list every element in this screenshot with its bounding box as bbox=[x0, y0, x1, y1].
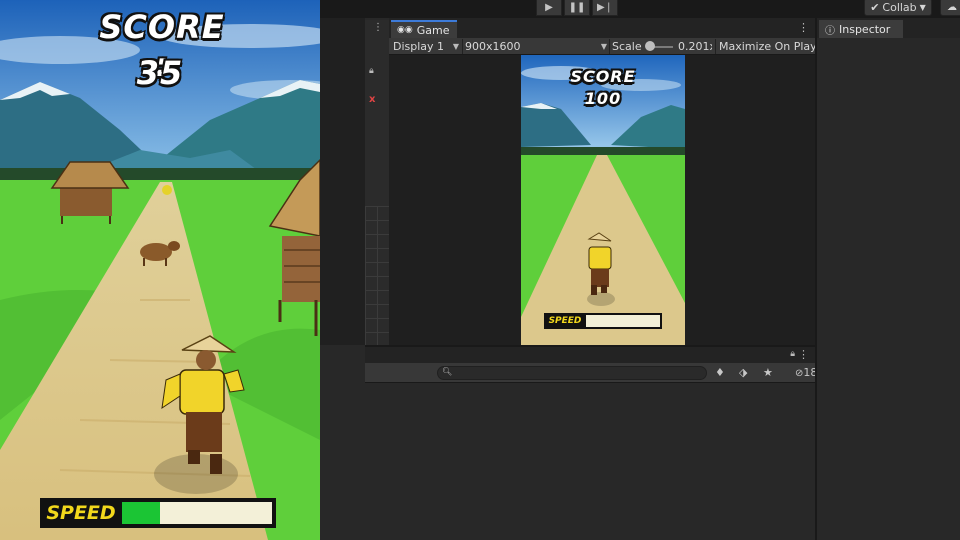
tree-line bbox=[0, 168, 320, 182]
hierarchy-toolbar: 🔍︎ ♦ ⬗ ★ ⊘18 bbox=[365, 363, 817, 383]
display-label: Display 1 bbox=[393, 40, 445, 53]
speed-label: SPEED bbox=[42, 500, 120, 526]
preview-speed-label: SPEED bbox=[545, 314, 585, 328]
resolution-label: 900x1600 bbox=[465, 40, 521, 53]
scene-grid bbox=[365, 206, 389, 356]
scale-value: 0.201x bbox=[678, 40, 712, 53]
hierarchy-body[interactable] bbox=[365, 383, 815, 540]
search-field[interactable]: 🔍︎ bbox=[437, 366, 707, 380]
checkmark-icon: ✔ bbox=[870, 0, 880, 14]
display-dropdown[interactable]: Display 1 ▼ bbox=[393, 39, 459, 54]
game-tab-bar: ◉◉ Game ⋮ bbox=[389, 18, 815, 38]
preview-score-value: 100 bbox=[584, 89, 622, 108]
tab-game-label: Game bbox=[416, 23, 450, 37]
tree-line bbox=[521, 147, 685, 155]
resolution-dropdown[interactable]: 900x1600 ▼ bbox=[465, 39, 607, 54]
distant-coin bbox=[162, 185, 172, 195]
collab-button[interactable]: ✔ Collab ▼ bbox=[864, 0, 932, 16]
chevron-down-icon: ▼ bbox=[919, 2, 926, 12]
close-icon[interactable]: x bbox=[369, 94, 375, 105]
speed-track bbox=[120, 500, 274, 526]
lock-icon[interactable]: 🔒︎ bbox=[369, 66, 374, 76]
inspector-tab-bar: ⓘ Inspector bbox=[817, 18, 960, 38]
scene-view-strip bbox=[320, 18, 365, 345]
tab-inspector-label: Inspector bbox=[839, 22, 891, 36]
preview-speed-meter: SPEED bbox=[544, 313, 662, 329]
pause-button[interactable]: ❚❚ bbox=[564, 0, 590, 16]
step-button[interactable]: ▶❘ bbox=[592, 0, 618, 16]
maximize-on-play-toggle[interactable]: Maximize On Play bbox=[719, 39, 817, 54]
preview-speed-track bbox=[585, 314, 661, 328]
tab-menu-icon[interactable]: ⋮ bbox=[798, 21, 809, 34]
divider bbox=[609, 39, 610, 54]
tag-icon[interactable]: ⬗ bbox=[739, 366, 747, 379]
divider bbox=[715, 39, 716, 54]
more-options-icon[interactable]: ⋮ bbox=[798, 348, 809, 361]
hierarchy-header: 🔒︎ ⋮ bbox=[365, 347, 815, 363]
main-toolbar: ▶ ❚❚ ▶❘ ✔ Collab ▼ ☁ bbox=[320, 0, 960, 18]
scale-slider-handle[interactable] bbox=[645, 41, 655, 51]
info-icon: ⓘ bbox=[825, 25, 835, 37]
tab-game[interactable]: ◉◉ Game bbox=[391, 20, 457, 38]
tab-inspector[interactable]: ⓘ Inspector bbox=[819, 20, 903, 38]
more-options-icon[interactable]: ⋮ bbox=[373, 22, 383, 33]
pause-icon: ❚❚ bbox=[568, 1, 586, 13]
divider bbox=[462, 39, 463, 54]
collab-label: Collab bbox=[882, 0, 917, 14]
search-input[interactable] bbox=[454, 367, 702, 379]
play-icon: ▶ bbox=[545, 1, 553, 13]
speed-fill bbox=[122, 502, 160, 524]
cloud-button[interactable]: ☁ bbox=[940, 0, 960, 16]
filter-by-type-icon[interactable]: ♦ bbox=[715, 366, 725, 379]
game-view-controls: Display 1 ▼ 900x1600 ▼ Scale 0.201x Maxi… bbox=[389, 38, 817, 55]
unity-editor: ▶ ❚❚ ▶❘ ✔ Collab ▼ ☁ ⋮ 🔒︎ x ◉◉ Game ⋮ Di… bbox=[320, 0, 960, 540]
screen: SCORE : 35 SPEED ▶ ❚❚ ▶❘ ✔ Collab ▼ ☁ ⋮ … bbox=[0, 0, 960, 540]
left-game-view[interactable]: SCORE : 35 SPEED bbox=[0, 0, 320, 540]
chevron-down-icon: ▼ bbox=[600, 42, 607, 51]
preview-score-label: SCORE bbox=[570, 67, 636, 86]
inspector-body bbox=[817, 38, 960, 540]
speed-meter: SPEED bbox=[40, 498, 276, 528]
favorite-icon[interactable]: ★ bbox=[763, 366, 773, 379]
lock-icon[interactable]: 🔒︎ bbox=[790, 349, 795, 359]
step-icon: ▶❘ bbox=[596, 1, 614, 13]
score-value: 35 bbox=[136, 54, 184, 92]
scale-label: Scale bbox=[612, 40, 642, 53]
chevron-down-icon: ▼ bbox=[452, 42, 459, 51]
search-icon: 🔍︎ bbox=[442, 367, 453, 376]
gamepad-icon: ◉◉ bbox=[397, 25, 413, 35]
cloud-icon: ☁ bbox=[947, 1, 957, 13]
game-preview[interactable]: SCORE 100 SPEED bbox=[521, 55, 685, 345]
play-button[interactable]: ▶ bbox=[536, 0, 562, 16]
